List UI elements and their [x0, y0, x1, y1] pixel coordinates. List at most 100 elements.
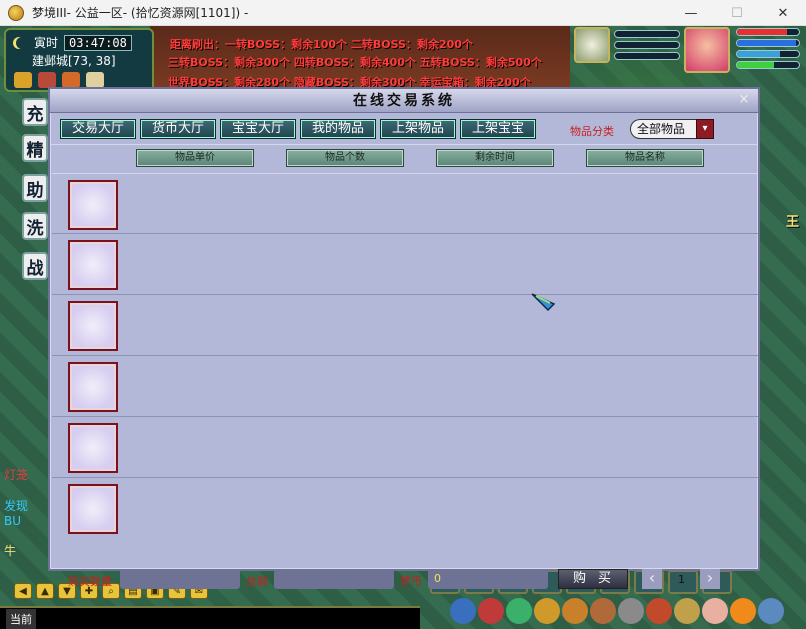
list-item[interactable]	[52, 234, 758, 295]
pet-mp-bar	[614, 41, 680, 49]
npc-name-fragment: 王	[786, 215, 800, 230]
player-bars	[736, 28, 800, 69]
category-select[interactable]: 全部物品 ▾	[630, 119, 714, 139]
chat-fragments: 灯笼 发现BU 牛	[4, 466, 44, 559]
clock-icon[interactable]	[38, 72, 56, 88]
map-location: 建邺城[73, 38]	[32, 54, 116, 68]
list-item[interactable]	[52, 478, 758, 539]
item-list	[52, 173, 758, 539]
category-value: 全部物品	[637, 122, 686, 136]
tab-currency-hall[interactable]: 货币大厅	[140, 119, 216, 139]
currency-label: 梦币	[400, 575, 422, 588]
buy-button[interactable]: 购买	[558, 569, 628, 589]
quantity-input[interactable]	[120, 569, 240, 589]
player-portrait[interactable]	[684, 27, 730, 73]
page-number: 1	[678, 573, 685, 586]
tab-pet-hall[interactable]: 宝宝大厅	[220, 119, 296, 139]
list-item[interactable]	[52, 356, 758, 417]
player-sp-bar	[736, 50, 800, 58]
list-item[interactable]	[52, 295, 758, 356]
recharge-button[interactable]: 充	[22, 98, 48, 126]
settings-icon[interactable]	[758, 598, 784, 624]
wash-button[interactable]: 洗	[22, 212, 48, 240]
chevron-down-icon[interactable]: ▾	[696, 119, 714, 139]
tab-list-items[interactable]: 上架物品	[380, 119, 456, 139]
mail-icon[interactable]	[646, 598, 672, 624]
bag-icon[interactable]	[478, 598, 504, 624]
total-label: 总额	[246, 575, 268, 588]
character-icon[interactable]	[62, 72, 80, 88]
treasure-icon[interactable]	[14, 72, 32, 88]
player-hp-bar	[736, 28, 800, 36]
minimize-button[interactable]: —	[668, 0, 714, 26]
pet-bars	[614, 30, 680, 60]
assist-button[interactable]: 助	[22, 174, 48, 202]
trade-system-dialog: 在线交易系统 × 交易大厅 货币大厅 宝宝大厅 我的物品 上架物品 上架宝宝 物…	[48, 87, 760, 589]
battle-button[interactable]: 战	[22, 252, 48, 280]
next-page-button[interactable]: ›	[700, 569, 720, 589]
app-icon	[8, 4, 24, 21]
chat-input-bar[interactable]: 当前	[0, 606, 420, 629]
friend-icon[interactable]	[674, 598, 700, 624]
trade-tabs: 交易大厅 货币大厅 宝宝大厅 我的物品 上架物品 上架宝宝	[60, 119, 536, 139]
window-titlebar: 梦境III- 公益一区- (拾忆资源网[1101]) - — ☐ ✕	[0, 0, 806, 26]
game-scene[interactable]: 距离刷出：一转BOSS：剩余100个 二转BOSS：剩余200个 三转BOSS：…	[0, 26, 806, 629]
currency-field: 0	[428, 569, 548, 589]
chat-line-2: 发现BU	[4, 499, 29, 528]
dialog-close-button[interactable]: ×	[736, 91, 752, 109]
quest-icon[interactable]	[534, 598, 560, 624]
calendar-icon[interactable]	[86, 72, 104, 88]
item-slot[interactable]	[68, 301, 118, 351]
close-window-button[interactable]: ✕	[760, 0, 806, 26]
quantity-label: 购买数量	[68, 575, 112, 588]
map-shortcuts	[14, 72, 104, 88]
dialog-title: 在线交易系统	[50, 89, 758, 113]
system-icon[interactable]	[702, 598, 728, 624]
trade-footer: 购买数量 总额 梦币 0 购买 ‹ 1 ›	[50, 565, 758, 595]
total-field	[274, 569, 394, 589]
team-icon[interactable]	[562, 598, 588, 624]
boss-info-line-1: 距离刷出：一转BOSS：剩余100个 二转BOSS：剩余200个	[170, 38, 473, 51]
smile-icon[interactable]	[730, 598, 756, 624]
item-slot[interactable]	[68, 423, 118, 473]
arrow-left-icon[interactable]: ◀	[14, 583, 32, 599]
column-header-quantity[interactable]: 物品个数	[286, 149, 404, 167]
column-header-item-name[interactable]: 物品名称	[586, 149, 704, 167]
item-slot[interactable]	[68, 180, 118, 230]
header-divider	[50, 144, 758, 145]
item-slot[interactable]	[68, 484, 118, 534]
window-title: 梦境III- 公益一区- (拾忆资源网[1101]) -	[32, 6, 249, 20]
clock-row: 寅时 03:47:08	[16, 34, 132, 51]
player-exp-bar	[736, 61, 800, 69]
game-time: 03:47:08	[64, 34, 132, 51]
maximize-button[interactable]: ☐	[714, 0, 760, 26]
player-mp-bar	[736, 39, 800, 47]
pet-portrait[interactable]	[574, 27, 610, 63]
chat-line-1: 灯笼	[4, 468, 29, 482]
skill-icon[interactable]	[618, 598, 644, 624]
function-icon-strip	[450, 598, 784, 624]
time-period: 寅时	[34, 36, 59, 50]
tab-my-items[interactable]: 我的物品	[300, 119, 376, 139]
refine-button[interactable]: 精	[22, 134, 48, 162]
sword-icon[interactable]	[450, 598, 476, 624]
prev-page-button[interactable]: ‹	[642, 569, 662, 589]
item-slot[interactable]	[68, 362, 118, 412]
moon-icon	[16, 37, 28, 49]
pet-exp-bar	[614, 52, 680, 60]
pet-icon[interactable]	[506, 598, 532, 624]
tab-list-pets[interactable]: 上架宝宝	[460, 119, 536, 139]
column-header-time-left[interactable]: 剩余时间	[436, 149, 554, 167]
item-slot[interactable]	[68, 240, 118, 290]
list-item[interactable]	[52, 173, 758, 234]
pet-hp-bar	[614, 30, 680, 38]
tab-trade-hall[interactable]: 交易大厅	[60, 119, 136, 139]
chat-channel[interactable]: 当前	[6, 608, 36, 629]
chat-line-3: 牛	[4, 544, 17, 558]
guild-icon[interactable]	[590, 598, 616, 624]
game-cursor-icon	[531, 293, 556, 312]
map-info-panel: 寅时 03:47:08 建邺城[73, 38]	[4, 28, 154, 92]
column-header-price[interactable]: 物品单价	[136, 149, 254, 167]
list-item[interactable]	[52, 417, 758, 478]
boss-info-line-2: 三转BOSS：剩余300个 四转BOSS：剩余400个 五转BOSS：剩余500…	[168, 56, 542, 69]
